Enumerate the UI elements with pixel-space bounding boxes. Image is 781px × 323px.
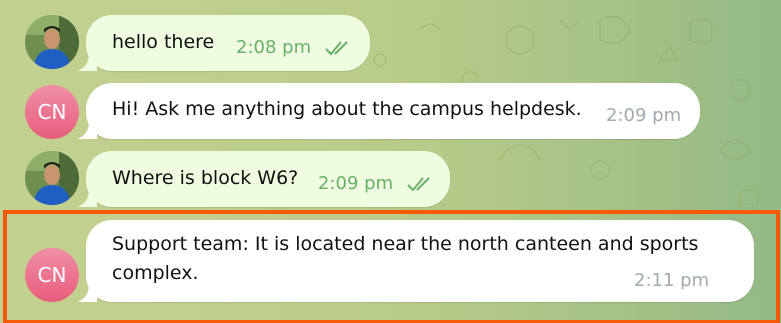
user-photo-icon <box>25 15 79 69</box>
bubble-tail <box>77 53 97 71</box>
message-row: CN Support team: It is located near the … <box>0 218 781 310</box>
message-text-line: Support team: It is located near the nor… <box>112 233 699 255</box>
message-time: 2:11 pm <box>634 270 710 291</box>
message-text-line: complex. <box>112 262 199 284</box>
user-avatar[interactable] <box>25 151 79 205</box>
message-bubble-incoming[interactable]: Hi! Ask me anything about the campus hel… <box>77 83 700 139</box>
message-text: hello there <box>112 31 215 53</box>
user-photo-icon <box>25 151 79 205</box>
bubble-tail <box>77 121 97 139</box>
read-double-check-icon <box>407 176 430 191</box>
message-text: Where is block W6? <box>112 167 299 189</box>
message-bubble-incoming[interactable]: Support team: It is located near the nor… <box>77 220 754 302</box>
message-time: 2:08 pm <box>236 37 312 58</box>
message-meta: 2:09 pm <box>606 105 681 126</box>
message-row: CN Hi! Ask me anything about the campus … <box>0 83 781 141</box>
message-row: Where is block W6? 2:09 pm <box>0 149 781 207</box>
message-text: Hi! Ask me anything about the campus hel… <box>112 98 582 120</box>
message-meta: 2:11 pm <box>634 270 709 291</box>
message-meta: 2:09 pm <box>318 173 433 194</box>
chat-area[interactable]: hello there 2:08 pm CN Hi! Ask me anythi… <box>0 0 781 323</box>
message-row: hello there 2:08 pm <box>0 13 781 71</box>
message-bubble-outgoing[interactable]: Where is block W6? 2:09 pm <box>77 151 450 207</box>
message-time: 2:09 pm <box>318 173 394 194</box>
bubble-tail <box>77 189 97 207</box>
user-avatar[interactable] <box>25 15 79 69</box>
bot-avatar[interactable]: CN <box>25 85 79 139</box>
bubble-tail <box>77 284 97 302</box>
message-bubble-outgoing[interactable]: hello there 2:08 pm <box>77 15 370 71</box>
bot-avatar[interactable]: CN <box>25 248 79 302</box>
read-double-check-icon <box>325 40 348 55</box>
message-time: 2:09 pm <box>606 105 682 126</box>
message-meta: 2:08 pm <box>236 37 351 58</box>
